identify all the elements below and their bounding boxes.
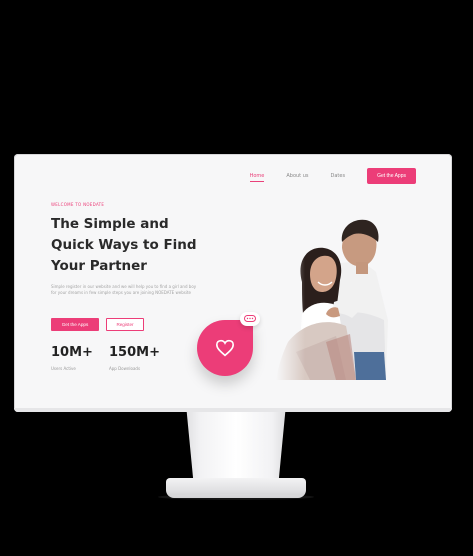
monitor-stand-shadow <box>158 494 314 500</box>
photo-fade-overlay <box>276 202 392 380</box>
hero-get-apps-button[interactable]: Get the Apps <box>51 318 99 331</box>
chat-bubble <box>240 312 260 326</box>
hero-subtext: Simple register in our website and we wi… <box>51 284 197 295</box>
stat-users-value: 10M+ <box>51 345 93 360</box>
nav-about-link[interactable]: About us <box>286 173 308 179</box>
stat-downloads-value: 150M+ <box>109 345 160 360</box>
hero-headline: The Simple and Quick Ways to Find Your P… <box>51 214 221 277</box>
headline-line-2: Quick Ways to Find <box>51 237 197 253</box>
hero-eyebrow: WELCOME TO NOEDATE <box>51 202 105 207</box>
chat-bubble-icon <box>244 315 256 322</box>
headline-line-3: Your Partner <box>51 258 147 274</box>
top-nav: Home About us Dates Get the Apps <box>249 168 416 184</box>
nav-dates-link[interactable]: Dates <box>331 173 346 179</box>
heart-icon <box>215 339 235 357</box>
nav-get-apps-button[interactable]: Get the Apps <box>367 168 416 184</box>
monitor-screen: Home About us Dates Get the Apps WELCOME… <box>14 154 452 412</box>
hero-couple-image <box>276 202 392 380</box>
monitor-stand-neck <box>186 412 286 482</box>
stat-users-label: Users Active <box>51 366 76 371</box>
monitor-bezel <box>14 408 452 412</box>
nav-home-link[interactable]: Home <box>249 173 264 182</box>
stat-users: 10M+ Users Active <box>51 345 93 372</box>
headline-line-1: The Simple and <box>51 216 169 232</box>
stat-downloads-label: App Downloads <box>109 366 141 371</box>
heart-badge <box>197 320 253 376</box>
stat-downloads: 150M+ App Downloads <box>109 345 160 372</box>
hero-register-button[interactable]: Register <box>106 318 144 331</box>
